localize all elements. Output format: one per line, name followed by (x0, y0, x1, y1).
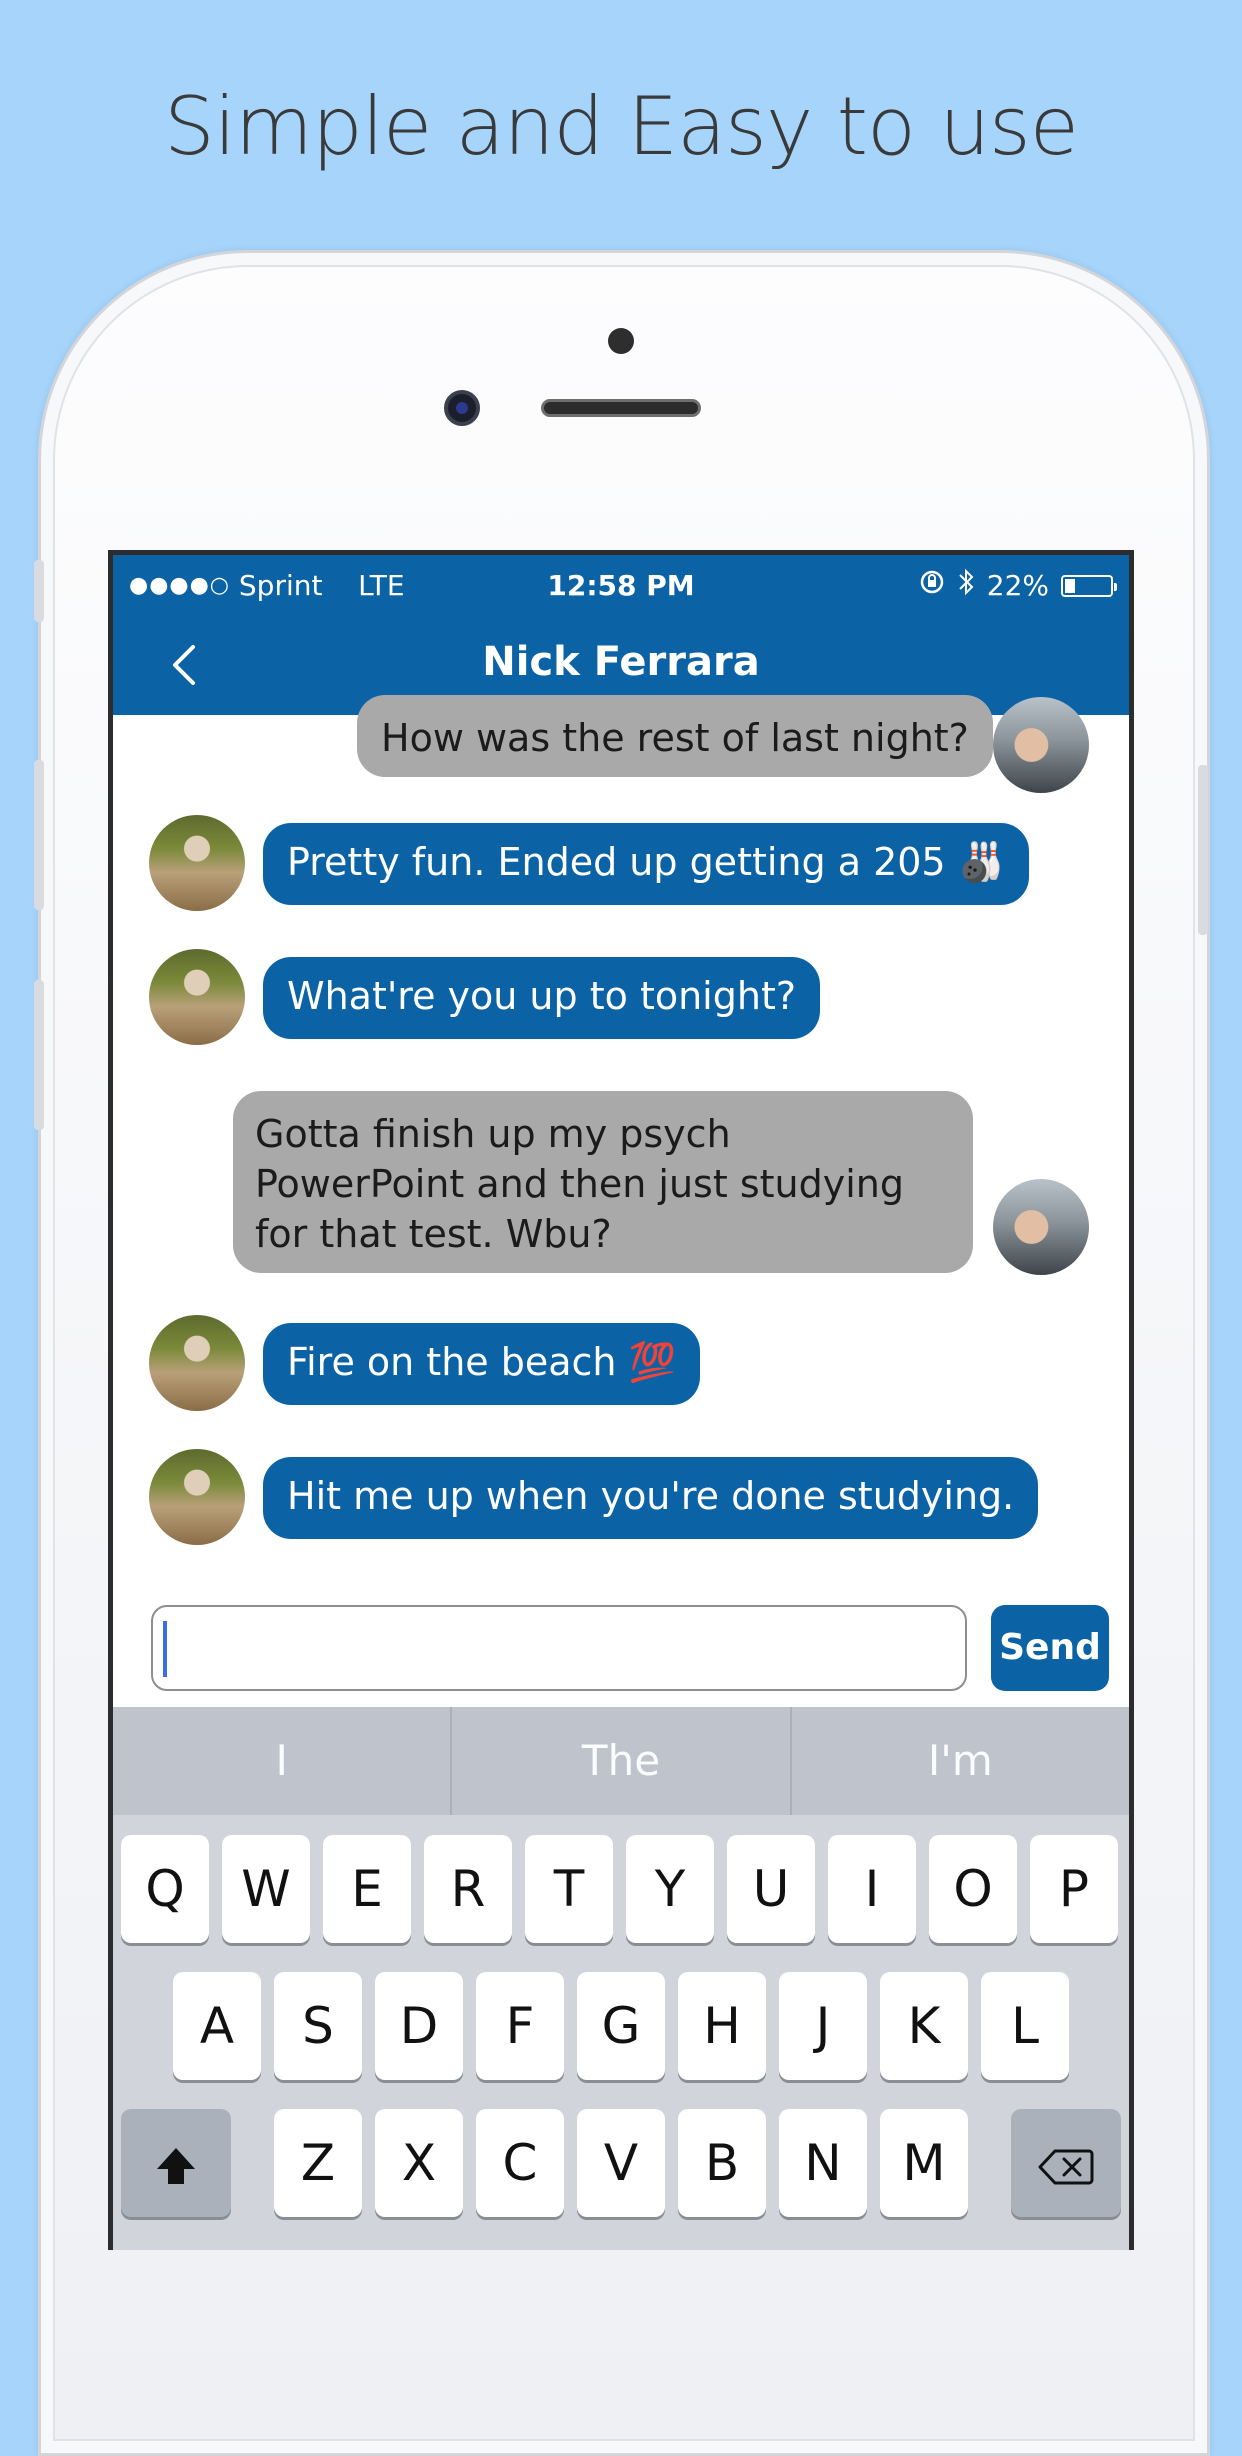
bluetooth-icon (957, 567, 975, 604)
key-j[interactable]: J (779, 1972, 867, 2080)
incoming-message[interactable]: Hit me up when you're done studying. (263, 1457, 1039, 1539)
suggestion-item[interactable]: The (452, 1707, 792, 1815)
key-v[interactable]: V (577, 2109, 665, 2217)
send-button[interactable]: Send (991, 1605, 1109, 1691)
incoming-message[interactable]: Pretty fun. Ended up getting a 205 🎳 (263, 823, 1029, 905)
key-n[interactable]: N (779, 2109, 867, 2217)
text-caret (163, 1621, 167, 1677)
key-y[interactable]: Y (626, 1835, 714, 1943)
key-r[interactable]: R (424, 1835, 512, 1943)
battery-percent: 22% (986, 569, 1049, 602)
delete-key[interactable] (1011, 2109, 1121, 2217)
rotation-lock-icon (919, 569, 945, 602)
message-input[interactable] (151, 1605, 967, 1691)
outgoing-message[interactable]: Gotta finish up my psych PowerPoint and … (233, 1091, 973, 1273)
power-button (1198, 765, 1208, 935)
message-list[interactable]: How was the rest of last night? Pretty f… (113, 695, 1129, 1595)
key-s[interactable]: S (274, 1972, 362, 2080)
key-m[interactable]: M (880, 2109, 968, 2217)
key-g[interactable]: G (577, 1972, 665, 2080)
friend-avatar (149, 815, 245, 911)
incoming-message[interactable]: Fire on the beach 💯 (263, 1323, 700, 1405)
key-t[interactable]: T (525, 1835, 613, 1943)
key-w[interactable]: W (222, 1835, 310, 1943)
key-x[interactable]: X (375, 2109, 463, 2217)
key-k[interactable]: K (880, 1972, 968, 2080)
key-i[interactable]: I (828, 1835, 916, 1943)
volume-up-button (34, 760, 44, 910)
friend-avatar (149, 1449, 245, 1545)
keyboard: I The I'm Q W E R T Y U I O P A S D F G … (113, 1707, 1129, 2250)
status-bar: ●●●●○ Sprint LTE 12:58 PM 22% (113, 555, 1129, 615)
outgoing-message[interactable]: How was the rest of last night? (357, 695, 993, 777)
headline: Simple and Easy to use (164, 80, 1079, 173)
friend-avatar (149, 949, 245, 1045)
status-right: 22% (919, 567, 1117, 604)
backspace-icon (1038, 2149, 1094, 2184)
key-h[interactable]: H (678, 1972, 766, 2080)
composer-row: Send (113, 1595, 1129, 1695)
top-bar: ●●●●○ Sprint LTE 12:58 PM 22% Nick Ferra… (113, 555, 1129, 715)
key-p[interactable]: P (1030, 1835, 1118, 1943)
suggestion-item[interactable]: I (113, 1707, 453, 1815)
key-b[interactable]: B (678, 2109, 766, 2217)
front-camera (444, 390, 480, 426)
shift-key[interactable] (121, 2109, 231, 2217)
incoming-message[interactable]: What're you up to tonight? (263, 957, 821, 1039)
suggestion-item[interactable]: I'm (792, 1707, 1129, 1815)
key-u[interactable]: U (727, 1835, 815, 1943)
my-avatar (993, 697, 1089, 793)
my-avatar (993, 1179, 1089, 1275)
proximity-sensor (608, 328, 634, 354)
key-q[interactable]: Q (121, 1835, 209, 1943)
key-f[interactable]: F (476, 1972, 564, 2080)
earpiece-speaker (541, 399, 701, 417)
key-o[interactable]: O (929, 1835, 1017, 1943)
key-d[interactable]: D (375, 1972, 463, 2080)
conversation-title: Nick Ferrara (482, 639, 760, 685)
phone-screen: ●●●●○ Sprint LTE 12:58 PM 22% Nick Ferra… (108, 550, 1134, 2250)
friend-avatar (149, 1315, 245, 1411)
key-a[interactable]: A (173, 1972, 261, 2080)
shift-icon (157, 2147, 195, 2184)
battery-icon (1061, 574, 1117, 597)
suggestion-bar: I The I'm (113, 1707, 1129, 1815)
key-e[interactable]: E (323, 1835, 411, 1943)
key-z[interactable]: Z (274, 2109, 362, 2217)
key-l[interactable]: L (981, 1972, 1069, 2080)
silent-switch (34, 560, 44, 622)
volume-down-button (34, 980, 44, 1130)
key-c[interactable]: C (476, 2109, 564, 2217)
